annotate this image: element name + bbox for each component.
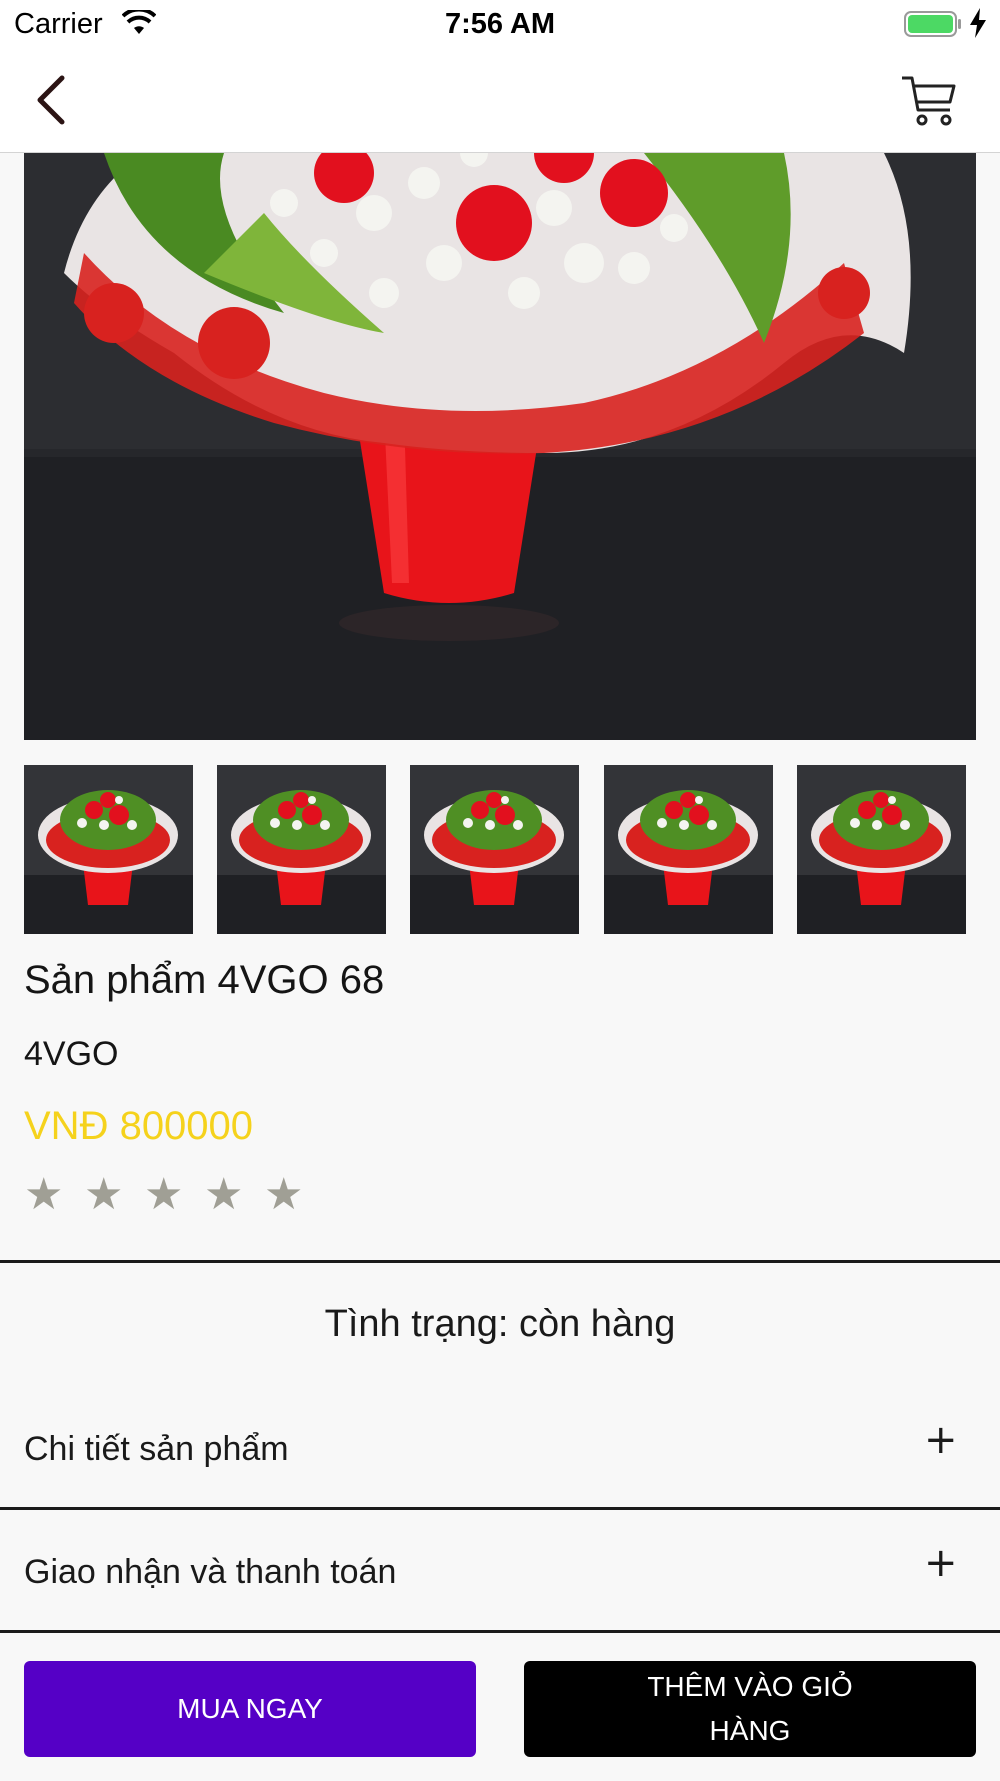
charging-bolt-icon — [970, 8, 986, 38]
add-to-cart-button[interactable]: THÊM VÀO GIỎ HÀNG — [524, 1661, 976, 1757]
star-icon[interactable]: ★ — [84, 1170, 123, 1220]
star-icon[interactable]: ★ — [204, 1170, 243, 1220]
navigation-bar — [0, 50, 1000, 153]
status-time: 7:56 AM — [444, 8, 556, 40]
bottom-action-bar: MUA NGAY THÊM VÀO GIỎ HÀNG — [0, 1630, 1000, 1781]
thumbnail-strip — [24, 765, 976, 935]
section-label: Giao nhận và thanh toán — [24, 1553, 397, 1591]
product-main-image[interactable] — [24, 153, 976, 740]
availability-section: Tình trạng: còn hàng — [0, 1260, 1000, 1390]
thumbnail-image[interactable] — [217, 765, 386, 934]
thumbnail-image[interactable] — [797, 765, 966, 934]
expand-plus-icon[interactable]: + — [924, 1540, 958, 1586]
expand-plus-icon[interactable]: + — [924, 1417, 958, 1463]
star-icon[interactable]: ★ — [264, 1170, 303, 1220]
star-icon[interactable]: ★ — [144, 1170, 183, 1220]
product-title: Sản phẩm 4VGO 68 — [24, 958, 385, 1002]
cart-button[interactable] — [898, 68, 960, 132]
thumbnail-image[interactable] — [24, 765, 193, 934]
product-brand: 4VGO — [24, 1035, 119, 1073]
thumbnail-image[interactable] — [410, 765, 579, 934]
product-price: VNĐ 800000 — [24, 1104, 254, 1148]
availability-status: Tình trạng: còn hàng — [324, 1303, 676, 1345]
buy-now-button[interactable]: MUA NGAY — [24, 1661, 476, 1757]
back-button[interactable] — [26, 68, 82, 132]
product-details-section[interactable]: Chi tiết sản phẩm + — [0, 1387, 1000, 1510]
status-bar: Carrier 7:56 AM — [0, 0, 1000, 50]
chevron-left-icon — [37, 75, 65, 125]
battery-charging-icon — [904, 11, 961, 37]
thumbnail-image[interactable] — [604, 765, 773, 934]
section-label: Chi tiết sản phẩm — [24, 1430, 289, 1468]
star-icon[interactable]: ★ — [24, 1170, 63, 1220]
delivery-payment-section[interactable]: Giao nhận và thanh toán + — [0, 1510, 1000, 1633]
shopping-cart-icon — [902, 76, 956, 126]
